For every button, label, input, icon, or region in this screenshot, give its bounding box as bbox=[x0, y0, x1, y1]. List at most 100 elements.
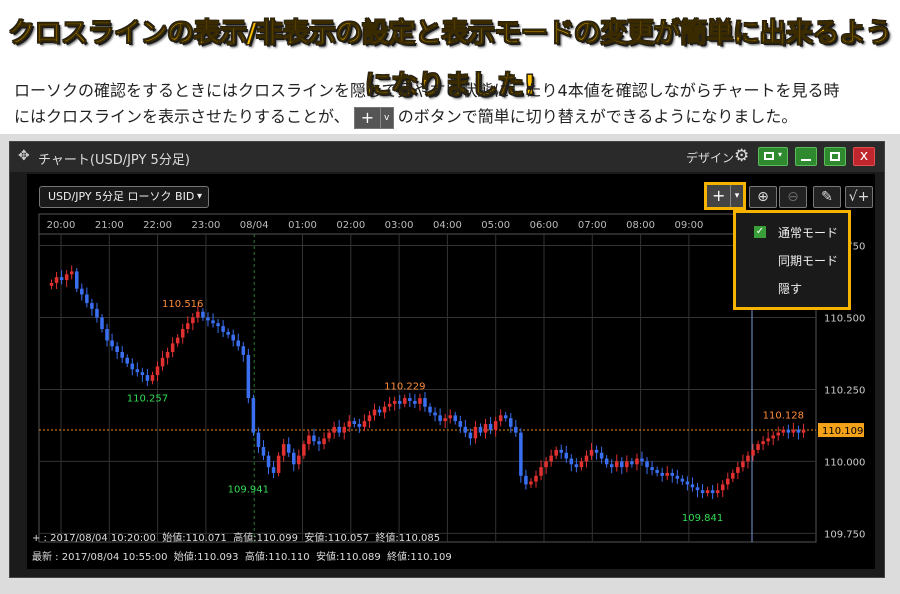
candle-body bbox=[791, 429, 796, 433]
minimize-button[interactable] bbox=[795, 147, 817, 166]
candle-body bbox=[625, 461, 629, 468]
design-button[interactable]: デザイン bbox=[686, 149, 734, 166]
candle-body bbox=[165, 352, 170, 358]
candle-body bbox=[710, 490, 715, 494]
minimize-icon bbox=[801, 159, 811, 161]
window-titlebar[interactable]: ✥ チャート(USD/JPY 5分足) デザイン ⚙ ▾ x bbox=[10, 142, 884, 172]
candle-body bbox=[493, 421, 498, 430]
candle-body bbox=[125, 357, 129, 364]
maximize-button[interactable] bbox=[824, 147, 846, 166]
candle-body bbox=[524, 475, 528, 485]
candle-body bbox=[95, 308, 99, 318]
candle-body bbox=[428, 406, 432, 413]
candle-body bbox=[514, 426, 518, 433]
candle-body bbox=[564, 452, 569, 459]
close-icon: x bbox=[859, 148, 869, 164]
candle-body bbox=[302, 444, 306, 456]
indicator-button[interactable]: √+ bbox=[845, 186, 873, 208]
candle-body bbox=[680, 478, 685, 482]
candle-body bbox=[796, 429, 801, 433]
symbol-select[interactable]: USD/JPY 5分足 ローソク BID ▾ bbox=[39, 186, 209, 208]
candle-body bbox=[352, 421, 357, 424]
candle-body bbox=[216, 323, 220, 327]
candle-body bbox=[463, 426, 468, 433]
candle-body bbox=[59, 277, 64, 281]
pen-icon: ✎ bbox=[821, 189, 833, 205]
time-tick-label: 22:00 bbox=[143, 220, 172, 231]
candle-body bbox=[135, 369, 140, 373]
candle-body bbox=[751, 449, 755, 456]
time-tick-label: 20:00 bbox=[47, 220, 76, 231]
price-tick-label: 110.500 bbox=[824, 313, 865, 324]
time-tick-label: 03:00 bbox=[385, 220, 414, 231]
layout-menu-button[interactable]: ▾ bbox=[758, 147, 788, 166]
candle-body bbox=[150, 375, 155, 381]
candle-body bbox=[433, 412, 437, 416]
candle-body bbox=[609, 464, 614, 468]
candle-body bbox=[726, 478, 730, 485]
headline: クロスラインの表示/非表示の設定と表示モードの変更が簡単に出来るようになりました… bbox=[8, 18, 893, 102]
candle-body bbox=[291, 452, 296, 465]
candle-body bbox=[317, 441, 321, 445]
chevron-down-icon: ▾ bbox=[778, 150, 783, 159]
menu-item-sync-mode[interactable]: 同期モード bbox=[778, 252, 838, 269]
candle-body bbox=[372, 409, 377, 416]
candle-body bbox=[347, 421, 352, 427]
close-button[interactable]: x bbox=[853, 147, 875, 166]
candle-body bbox=[281, 444, 286, 456]
candle-body bbox=[64, 274, 69, 281]
symbol-select-value: USD/JPY 5分足 ローソク BID bbox=[48, 190, 195, 203]
indicator-icon: √+ bbox=[848, 189, 870, 205]
candle-body bbox=[54, 277, 59, 283]
cursor-ohlc-info: + : 2017/08/04 10:20:00 始値:110.071 高値:11… bbox=[32, 533, 441, 544]
candle-body bbox=[645, 461, 649, 468]
candle-body bbox=[226, 331, 230, 335]
candle-body bbox=[271, 467, 276, 473]
candle-body bbox=[766, 438, 770, 442]
zoom-out-button[interactable]: ⊖ bbox=[779, 186, 807, 208]
draw-tool-button[interactable]: ✎ bbox=[813, 186, 841, 208]
candle-body bbox=[498, 415, 503, 422]
candle-body bbox=[675, 475, 680, 479]
candle-body bbox=[413, 400, 417, 404]
candle-body bbox=[529, 481, 533, 485]
menu-item-hide[interactable]: 隠す bbox=[778, 280, 802, 297]
zoom-in-button[interactable]: ⊕ bbox=[749, 186, 777, 208]
latest-ohlc-info: 最新 : 2017/08/04 10:55:00 始値:110.093 高値:1… bbox=[32, 552, 452, 563]
candle-body bbox=[201, 311, 205, 318]
candle-body bbox=[503, 415, 508, 419]
description-line-1: ローソクの確認をするときにはクロスラインを隠して見やすい状態にしたり4本値を確認… bbox=[14, 81, 840, 100]
candle-body bbox=[382, 406, 387, 413]
candle-body bbox=[155, 366, 160, 376]
window-title: チャート(USD/JPY 5分足) bbox=[38, 153, 190, 168]
candle-body bbox=[801, 429, 806, 433]
cross-icon: + bbox=[360, 107, 375, 127]
chevron-down-icon: ▾ bbox=[730, 185, 743, 207]
maximize-icon bbox=[830, 152, 840, 161]
candle-body bbox=[74, 271, 79, 289]
time-tick-label: 21:00 bbox=[95, 220, 124, 231]
menu-item-normal-mode[interactable]: 通常モード bbox=[778, 224, 838, 241]
candle-body bbox=[246, 354, 251, 399]
crossline-mode-menu: ✓ 通常モード 同期モード 隠す bbox=[733, 210, 851, 310]
candle-body bbox=[251, 398, 256, 433]
price-annotation: 110.516 bbox=[162, 299, 203, 310]
candle-body bbox=[297, 455, 301, 465]
time-tick-label: 06:00 bbox=[530, 220, 559, 231]
time-tick-label: 02:00 bbox=[336, 220, 365, 231]
candle-body bbox=[397, 400, 402, 404]
candle-body bbox=[478, 426, 483, 433]
candle-body bbox=[599, 452, 604, 459]
move-icon[interactable]: ✥ bbox=[18, 148, 30, 164]
crossline-toggle-button[interactable]: + ▾ bbox=[704, 182, 746, 210]
candle-body bbox=[160, 357, 165, 367]
candle-body bbox=[276, 455, 281, 473]
candle-body bbox=[367, 415, 372, 422]
candle-body bbox=[322, 438, 326, 445]
candle-body bbox=[342, 426, 346, 433]
gear-icon[interactable]: ⚙ bbox=[734, 146, 749, 166]
candle-body bbox=[458, 421, 463, 427]
candle-body bbox=[286, 444, 291, 453]
chart-area[interactable]: 20:00 21:00 22:00 23:00 08/04 01:00 02:00 03:00… bbox=[27, 174, 875, 569]
description-line-2-before: にはクロスラインを表示させたりすることが、 bbox=[14, 107, 350, 126]
